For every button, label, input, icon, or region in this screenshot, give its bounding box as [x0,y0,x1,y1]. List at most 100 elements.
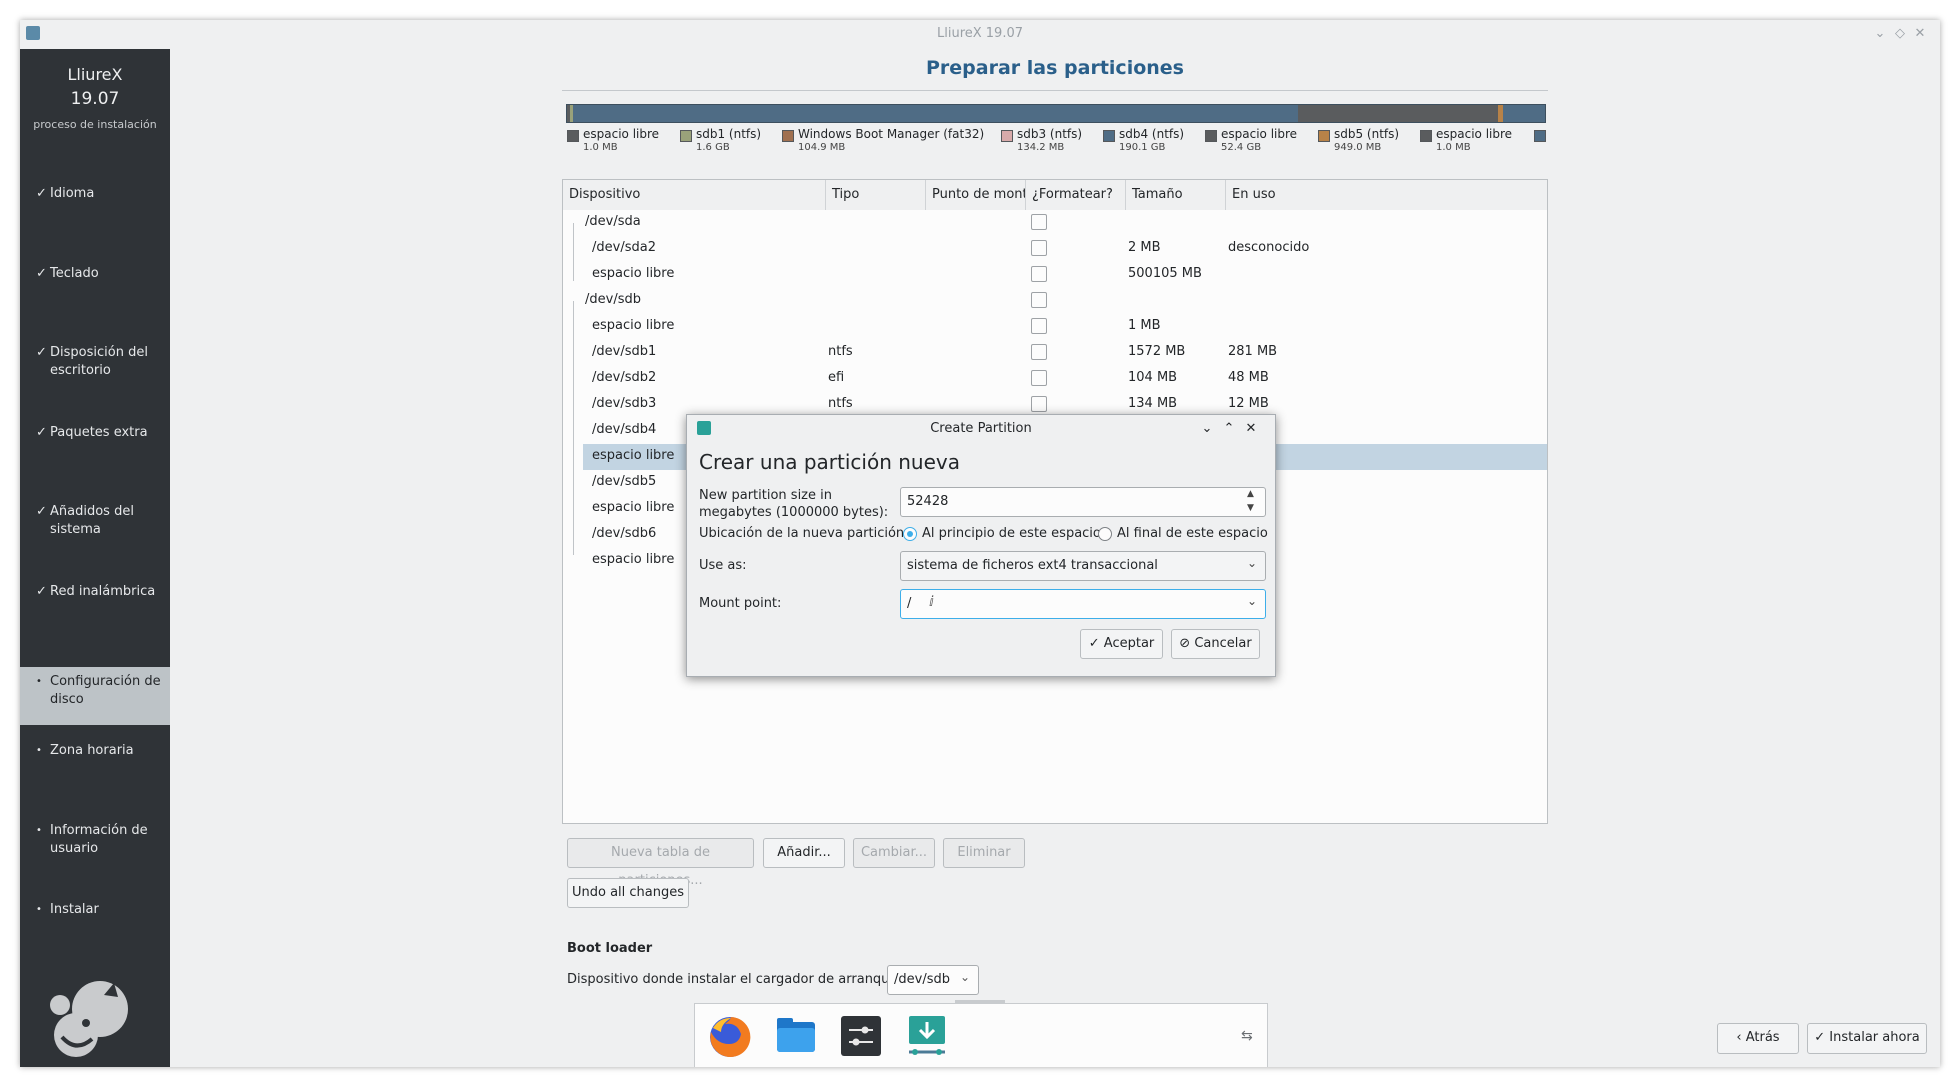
location-start-radio[interactable] [903,527,917,541]
delete-partition-button[interactable]: Eliminar [943,838,1025,868]
dialog-close-icon[interactable]: ✕ [1243,421,1259,437]
installer-window: LliureX 19.07 ⌄ ◇ ✕ LliureX 19.07 proces… [20,20,1940,1067]
table-row[interactable]: espacio libre 500105 MB [563,262,1547,288]
use-as-select[interactable]: sistema de ficheros ext4 transaccional ⌄ [900,551,1266,581]
disk-segment [1298,105,1498,122]
dock-handle[interactable] [955,1000,1005,1003]
taskbar-dock: ⇆ [694,1000,1268,1067]
spin-down-icon[interactable]: ▼ [1247,502,1254,514]
dialog-heading: Crear una partición nueva [699,450,960,474]
check-icon: ✓ [36,425,47,440]
accept-button[interactable]: ✓ Aceptar [1080,629,1163,659]
close-icon[interactable]: ✕ [1912,26,1928,42]
partition-size-input[interactable]: 52428 ▲ ▼ [900,487,1266,517]
disk-segment [573,105,1298,122]
sidebar-step-anadidos: ✓ Añadidos del sistema [36,504,134,537]
undo-all-changes-button[interactable]: Undo all changes [567,878,689,908]
check-icon: ✓ [36,504,47,519]
table-row[interactable]: /dev/sdb2 efi 104 MB 48 MB [563,366,1547,392]
settings-icon[interactable] [841,1016,881,1056]
legend-swatch [680,130,692,142]
mount-point-value: / [907,596,912,611]
legend-swatch-overflow [1534,130,1546,142]
use-as-label: Use as: [699,558,747,573]
sidebar-step-teclado: ✓ Teclado [36,266,99,281]
column-header-device[interactable]: Dispositivo [563,180,826,210]
format-checkbox[interactable] [1031,370,1047,386]
legend-swatch [782,130,794,142]
legend-swatch [1318,130,1330,142]
column-header-size[interactable]: Tamaño [1126,180,1226,210]
table-row[interactable]: /dev/sdb1 ntfs 1572 MB 281 MB [563,340,1547,366]
table-row[interactable]: /dev/sda [563,210,1547,236]
maximize-icon[interactable]: ◇ [1892,26,1908,42]
location-end-label[interactable]: Al final de este espacio [1117,526,1268,541]
chevron-down-icon: ⌄ [1247,556,1258,570]
bootloader-device-select[interactable]: /dev/sdb ⌄ [887,965,979,995]
format-checkbox[interactable] [1031,240,1047,256]
create-partition-dialog: Create Partition ⌄ ⌃ ✕ Crear una partici… [686,414,1276,677]
bootloader-device-value: /dev/sdb [894,972,950,987]
page-title: Preparar las particiones [926,57,1184,79]
dialog-title: Create Partition [930,421,1032,436]
files-icon[interactable] [775,1016,817,1056]
add-partition-button[interactable]: Añadir... [763,838,845,868]
column-header-mount[interactable]: Punto de mont [926,180,1026,210]
check-icon: ✓ [1088,636,1100,651]
format-checkbox[interactable] [1031,214,1047,230]
minimize-icon[interactable]: ⌄ [1872,26,1888,42]
cancel-button[interactable]: ⊘ Cancelar [1171,629,1260,659]
table-row[interactable]: /dev/sdb [563,288,1547,314]
firefox-icon[interactable] [707,1014,753,1060]
spin-up-icon[interactable]: ▲ [1247,488,1254,500]
check-icon: ✓ [36,186,47,201]
disk-usage-bar [566,104,1546,123]
back-button[interactable]: ‹ Atrás [1717,1023,1799,1054]
radio-selected-dot [907,531,913,537]
cancel-icon: ⊘ [1179,636,1191,651]
sidebar-step-zona: • Zona horaria [36,743,134,758]
format-checkbox[interactable] [1031,318,1047,334]
table-row[interactable]: espacio libre 1 MB [563,314,1547,340]
legend-swatch [1001,130,1013,142]
installer-icon[interactable] [907,1014,947,1058]
check-icon: ✓ [1814,1030,1826,1045]
new-partition-table-button[interactable]: Nueva tabla de particiones... [567,838,754,888]
bullet-icon: • [36,676,42,687]
table-row[interactable]: /dev/sda2 2 MB desconocido [563,236,1547,262]
location-label: Ubicación de la nueva partición: [699,526,909,541]
dock-settings-icon[interactable]: ⇆ [1241,1028,1253,1044]
bullet-icon: • [36,745,42,756]
partition-size-value: 52428 [907,494,949,509]
dialog-maximize-icon[interactable]: ⌃ [1221,421,1237,437]
chevron-down-icon[interactable]: ⌄ [1247,594,1257,608]
format-checkbox[interactable] [1031,266,1047,282]
bootloader-title: Boot loader [567,941,653,956]
column-header-format[interactable]: ¿Formatear? [1026,180,1126,210]
product-version: 19.07 [70,89,120,109]
location-start-label[interactable]: Al principio de este espacio [922,526,1101,541]
sidebar-step-paquetes: ✓ Paquetes extra [36,425,148,440]
text-cursor-icon: ⅈ [929,594,934,610]
chevron-left-icon: ‹ [1736,1030,1742,1045]
sidebar-step-usuario: • Información de usuario [36,823,148,856]
column-header-used[interactable]: En uso [1226,180,1547,210]
column-header-type[interactable]: Tipo [826,180,926,210]
change-partition-button[interactable]: Cambiar... [853,838,935,868]
format-checkbox[interactable] [1031,396,1047,412]
check-icon: ✓ [36,345,47,360]
dialog-minimize-icon[interactable]: ⌄ [1199,421,1215,437]
legend-swatch [1103,130,1115,142]
sidebar-step-disco: • Configuración de disco [36,674,161,707]
bullet-icon: • [36,904,42,915]
install-now-button[interactable]: ✓ Instalar ahora [1807,1023,1927,1054]
mascot-logo-icon [50,981,128,1057]
bullet-icon: • [36,825,42,836]
format-checkbox[interactable] [1031,344,1047,360]
chevron-down-icon: ⌄ [960,970,971,984]
mount-point-combobox[interactable]: / ⅈ ⌄ [900,589,1266,619]
location-end-radio[interactable] [1098,527,1112,541]
format-checkbox[interactable] [1031,292,1047,308]
bootloader-label: Dispositivo donde instalar el cargador d… [567,972,902,987]
dialog-title-bar: Create Partition ⌄ ⌃ ✕ [687,415,1275,443]
